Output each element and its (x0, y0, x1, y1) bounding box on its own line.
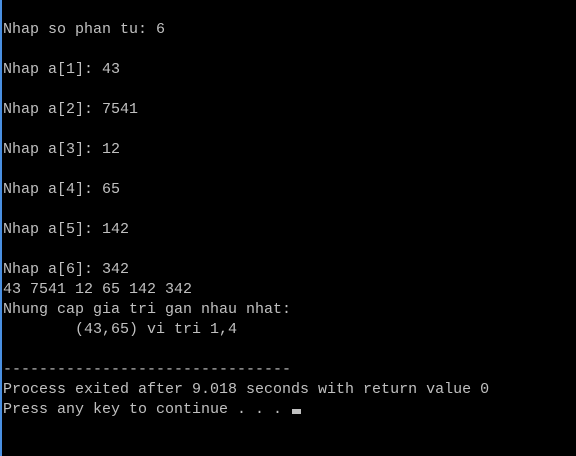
console-line-continue-prompt: Press any key to continue . . . (3, 400, 576, 420)
console-line-input-1: Nhap a[1]: 43 (3, 61, 121, 78)
console-output: Nhap so phan tu: 6 Nhap a[1]: 43 Nhap a[… (2, 20, 576, 420)
console-line-process-exit: Process exited after 9.018 seconds with … (3, 381, 490, 398)
continue-prompt-text: Press any key to continue . . . (3, 401, 292, 418)
console-line-result-heading: Nhung cap gia tri gan nhau nhat: (3, 301, 292, 318)
console-line-input-6: Nhap a[6]: 342 (3, 261, 130, 278)
console-window[interactable]: Nhap so phan tu: 6 Nhap a[1]: 43 Nhap a[… (0, 0, 576, 456)
console-line-result-pair: (43,65) vi tri 1,4 (3, 321, 238, 338)
console-line-separator: -------------------------------- (3, 361, 292, 378)
console-line-prompt-count: Nhap so phan tu: 6 (3, 21, 166, 38)
text-cursor (292, 409, 302, 414)
console-line-input-4: Nhap a[4]: 65 (3, 181, 121, 198)
console-line-input-5: Nhap a[5]: 142 (3, 221, 130, 238)
console-line-array-output: 43 7541 12 65 142 342 (3, 281, 193, 298)
console-line-input-2: Nhap a[2]: 7541 (3, 101, 139, 118)
console-line-input-3: Nhap a[3]: 12 (3, 141, 121, 158)
